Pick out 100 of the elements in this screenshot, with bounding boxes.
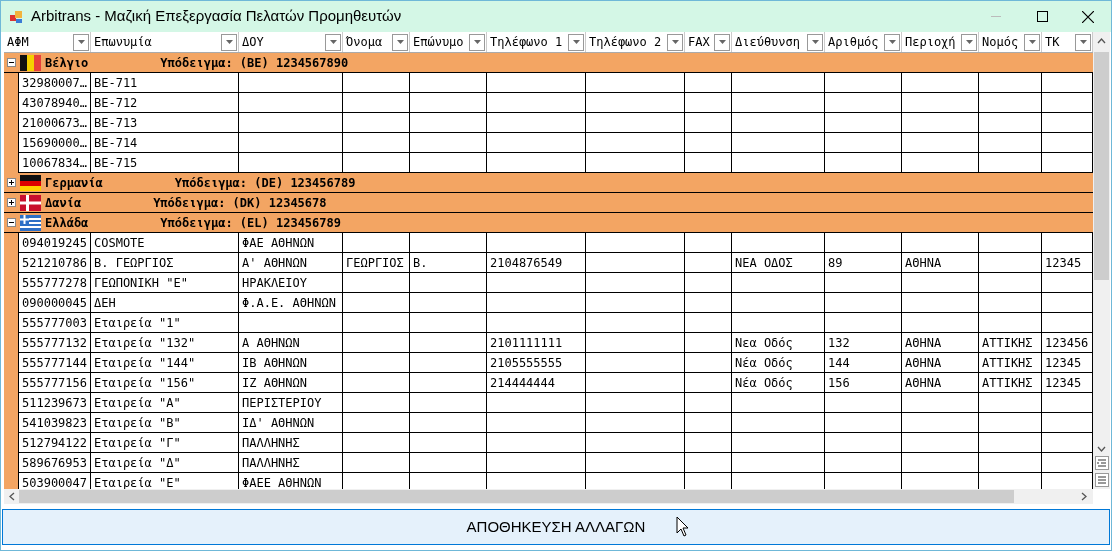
horizontal-scrollbar[interactable] <box>4 489 1093 504</box>
table-cell[interactable] <box>685 313 732 333</box>
table-cell[interactable] <box>487 93 586 113</box>
table-cell[interactable] <box>902 153 979 173</box>
table-cell[interactable] <box>1042 113 1093 133</box>
table-cell[interactable] <box>343 293 410 313</box>
table-cell[interactable]: ΔΕΗ <box>91 293 239 313</box>
table-cell[interactable]: 511239673 <box>18 393 91 413</box>
column-header[interactable]: Νομός <box>982 33 1019 51</box>
table-cell[interactable] <box>343 113 410 133</box>
table-cell[interactable] <box>825 273 902 293</box>
table-cell[interactable] <box>343 73 410 93</box>
table-cell[interactable] <box>685 453 732 473</box>
table-cell[interactable] <box>685 433 732 453</box>
table-cell[interactable] <box>732 313 825 333</box>
table-cell[interactable] <box>410 153 487 173</box>
table-cell[interactable] <box>825 313 902 333</box>
table-cell[interactable]: ΑΤΤΙΚΗΣ <box>979 333 1042 353</box>
table-cell[interactable] <box>487 393 586 413</box>
table-cell[interactable]: 521210786 <box>18 253 91 273</box>
table-cell[interactable] <box>586 73 685 93</box>
table-cell[interactable] <box>902 453 979 473</box>
table-cell[interactable]: 10067834… <box>18 153 91 173</box>
table-cell[interactable]: 555777278 <box>18 273 91 293</box>
table-cell[interactable]: ΙΔ' ΑΘΗΝΩΝ <box>239 413 343 433</box>
table-cell[interactable] <box>732 153 825 173</box>
table-cell[interactable]: 21000673… <box>18 113 91 133</box>
table-cell[interactable] <box>685 393 732 413</box>
table-cell[interactable] <box>1042 413 1093 433</box>
table-cell[interactable] <box>586 313 685 333</box>
table-cell[interactable] <box>685 93 732 113</box>
filter-dropdown-button[interactable] <box>961 33 977 51</box>
table-cell[interactable]: Β. ΓΕΩΡΓΙΟΣ <box>91 253 239 273</box>
table-cell[interactable] <box>979 253 1042 273</box>
table-cell[interactable] <box>487 273 586 293</box>
filter-dropdown-button[interactable] <box>884 33 900 51</box>
table-cell[interactable]: Νέα Οδός <box>732 373 825 393</box>
table-cell[interactable] <box>410 93 487 113</box>
table-cell[interactable]: ΝΕΑ ΟΔΟΣ <box>732 253 825 273</box>
table-cell[interactable] <box>239 93 343 113</box>
table-cell[interactable] <box>979 473 1042 489</box>
table-cell[interactable] <box>685 73 732 93</box>
table-cell[interactable]: Νεα Οδός <box>732 333 825 353</box>
table-cell[interactable]: 2104876549 <box>487 253 586 273</box>
table-cell[interactable] <box>343 353 410 373</box>
table-cell[interactable]: Εταιρεία "Ε" <box>91 473 239 489</box>
table-cell[interactable]: 32980007… <box>18 73 91 93</box>
table-cell[interactable] <box>343 313 410 333</box>
table-cell[interactable] <box>343 133 410 153</box>
table-cell[interactable] <box>586 273 685 293</box>
column-header[interactable]: ΔΟΥ <box>242 33 264 51</box>
table-cell[interactable]: ΙΒ ΑΘΗΝΩΝ <box>239 353 343 373</box>
table-cell[interactable]: 090000045 <box>18 293 91 313</box>
table-cell[interactable] <box>487 413 586 433</box>
table-cell[interactable] <box>586 393 685 413</box>
table-cell[interactable]: 15690000… <box>18 133 91 153</box>
table-cell[interactable]: 89 <box>825 253 902 273</box>
table-cell[interactable] <box>902 393 979 413</box>
table-cell[interactable] <box>685 333 732 353</box>
table-cell[interactable]: 2101111111 <box>487 333 586 353</box>
table-cell[interactable] <box>343 473 410 489</box>
table-cell[interactable]: BE-713 <box>91 113 239 133</box>
table-cell[interactable]: 2105555555 <box>487 353 586 373</box>
table-cell[interactable]: Α ΑΘΗΝΩΝ <box>239 333 343 353</box>
table-cell[interactable] <box>239 153 343 173</box>
table-cell[interactable] <box>410 413 487 433</box>
table-cell[interactable] <box>979 233 1042 253</box>
table-cell[interactable] <box>825 93 902 113</box>
table-cell[interactable]: 555777156 <box>18 373 91 393</box>
table-cell[interactable]: 156 <box>825 373 902 393</box>
table-cell[interactable] <box>239 73 343 93</box>
table-cell[interactable]: ΦΑΕΕ ΑΘΗΝΩΝ <box>239 473 343 489</box>
table-cell[interactable] <box>732 473 825 489</box>
table-cell[interactable]: ΠΕΡΙΣΤΕΡΙΟΥ <box>239 393 343 413</box>
table-cell[interactable] <box>732 433 825 453</box>
table-cell[interactable] <box>487 473 586 489</box>
table-cell[interactable] <box>487 113 586 133</box>
table-cell[interactable] <box>979 93 1042 113</box>
table-cell[interactable] <box>410 73 487 93</box>
table-cell[interactable] <box>685 373 732 393</box>
table-cell[interactable]: COSMOTE <box>91 233 239 253</box>
column-header[interactable]: Τηλέφωνο 1 <box>490 33 563 51</box>
table-cell[interactable] <box>410 453 487 473</box>
table-cell[interactable] <box>586 413 685 433</box>
table-cell[interactable]: 541039823 <box>18 413 91 433</box>
table-cell[interactable] <box>487 233 586 253</box>
table-cell[interactable] <box>825 73 902 93</box>
table-cell[interactable] <box>902 433 979 453</box>
group-row[interactable]: Ελλάδα Υπόδειγμα: (EL) 123456789 <box>4 213 1093 233</box>
collapse-button[interactable] <box>7 58 16 67</box>
table-cell[interactable] <box>343 413 410 433</box>
expand-button[interactable] <box>7 198 16 207</box>
expand-button[interactable] <box>7 178 16 187</box>
table-cell[interactable] <box>685 413 732 433</box>
filter-dropdown-button[interactable] <box>325 33 341 51</box>
table-cell[interactable] <box>902 413 979 433</box>
table-cell[interactable]: Εταιρεία "132" <box>91 333 239 353</box>
table-cell[interactable] <box>1042 393 1093 413</box>
table-cell[interactable] <box>1042 93 1093 113</box>
table-cell[interactable] <box>685 113 732 133</box>
